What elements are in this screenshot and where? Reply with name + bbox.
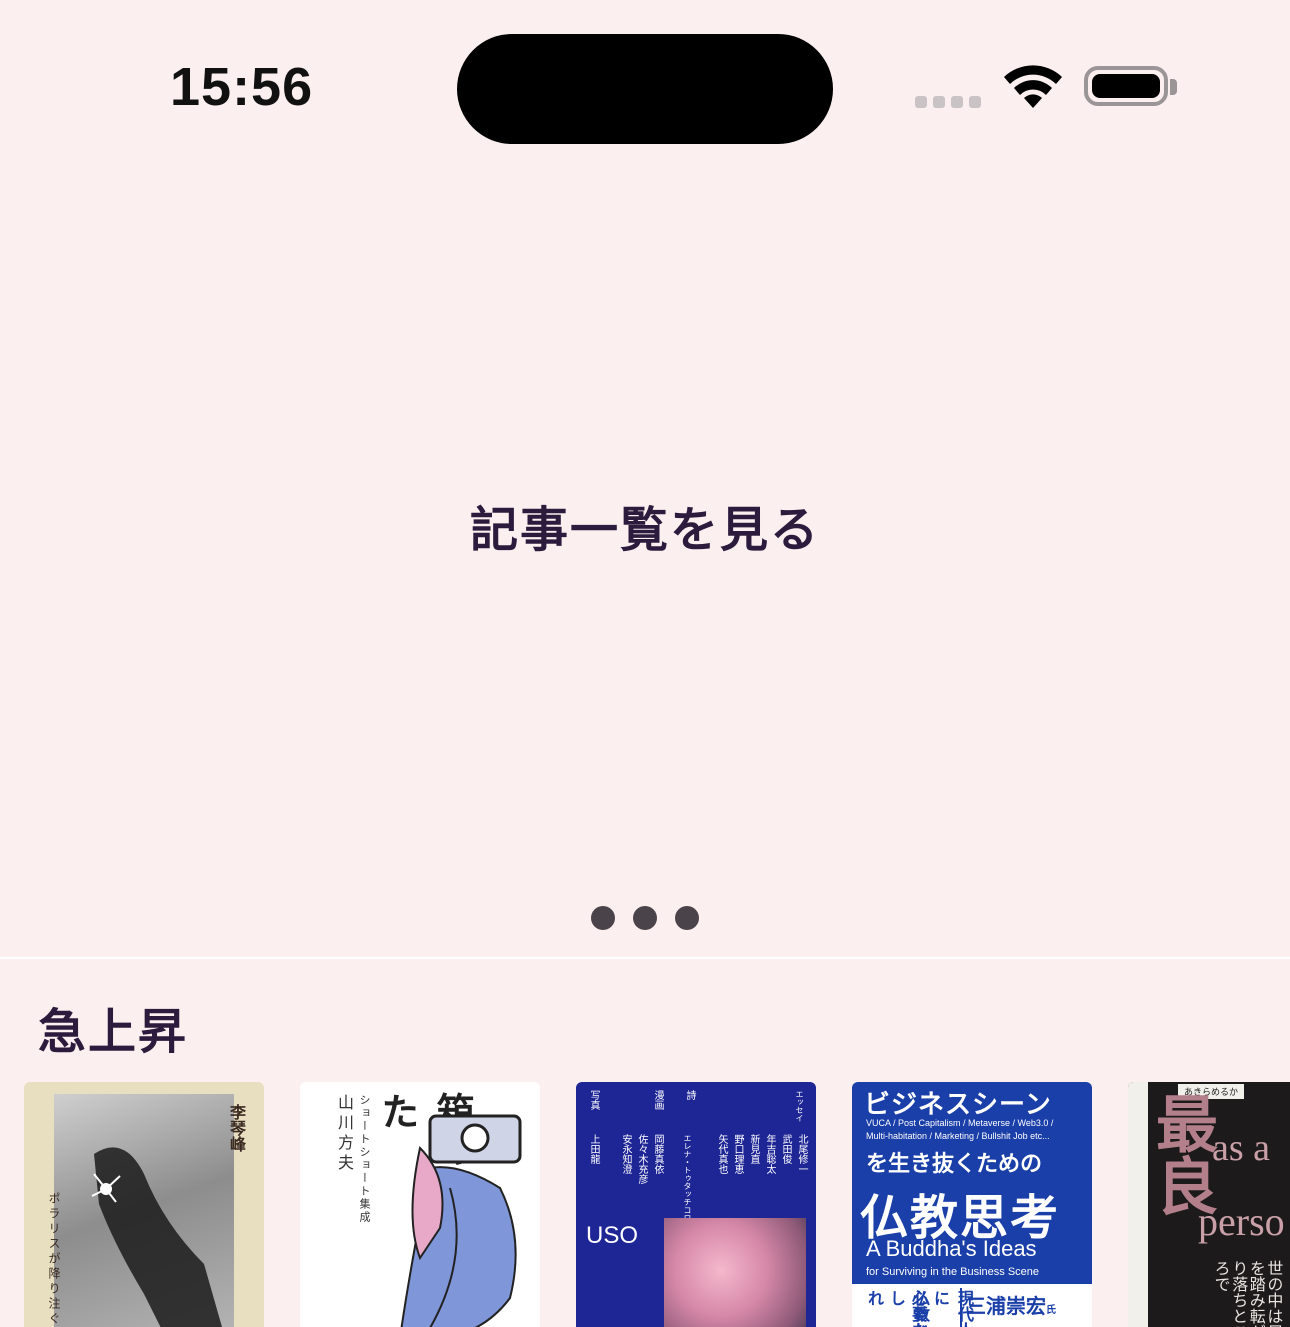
battery-cap (1170, 79, 1177, 95)
page-indicator[interactable] (591, 906, 699, 930)
book-author: 李琴峰 (227, 1104, 246, 1152)
book-lead: を生き抜くための (866, 1152, 1043, 1177)
status-time: 15:56 (170, 57, 314, 117)
book-label-photo: 写真 (588, 1090, 599, 1110)
book-top-title: ビジネスシーン (864, 1090, 1052, 1120)
book-author-10: 武田俊 (780, 1134, 791, 1164)
book-english-title: A Buddha's Ideas (866, 1236, 1037, 1261)
book-card-2[interactable]: 箱の中のあなた ショートショート集成 山川方夫 (300, 1082, 540, 1327)
book-author: 山川方夫 (335, 1094, 354, 1174)
page-dot-1[interactable] (591, 906, 615, 930)
book-vertical-text-4: れ (865, 1290, 884, 1306)
book-keywords-1: VUCA / Post Capitalism / Metaverse / Web… (866, 1118, 1054, 1128)
book-title: ポラリスが降り注ぐ夜 (47, 1192, 61, 1327)
wifi-icon (1004, 65, 1062, 108)
book-cover-illustration (400, 1114, 522, 1327)
book-title: USO (586, 1222, 639, 1249)
book-author-4: 岡藤真依 (652, 1134, 663, 1174)
book-band-divider (960, 1288, 962, 1327)
page-dot-3[interactable] (675, 906, 699, 930)
book-english-subtitle: for Surviving in the Business Scene (866, 1266, 1040, 1278)
page-dot-2[interactable] (633, 906, 657, 930)
book-author: 三浦崇宏氏 (966, 1294, 1056, 1318)
section-divider (0, 957, 1290, 959)
book-label-poem: 詩 (684, 1090, 695, 1100)
book-card-3[interactable]: 写真 漫画 詩 エッセイ 上田龍 安永知澄 佐々木充彦 岡藤真依 エレナ・トゥタ… (576, 1082, 816, 1327)
book-label-manga: 漫画 (652, 1090, 663, 1110)
book-cover-photo (664, 1218, 806, 1327)
book-vertical-text-3: 仏教とし (887, 1290, 930, 1327)
book-author-3: 佐々木充彦 (636, 1134, 647, 1184)
book-subtitle: ショートショート集成 (358, 1094, 371, 1224)
book-keywords-2: Multi-habitation / Marketing / Bullshit … (866, 1131, 1050, 1141)
book-english: as a (1212, 1127, 1271, 1169)
dynamic-island (457, 34, 833, 144)
book-english-2: perso (1198, 1199, 1285, 1244)
book-card-1[interactable]: 李琴峰 ポラリスが降り注ぐ夜 (24, 1082, 264, 1327)
book-author-2: 安永知澄 (620, 1134, 631, 1174)
book-author-6: 矢代真也 (716, 1134, 727, 1174)
book-author-1: 上田龍 (588, 1134, 599, 1164)
book-cover-photo (54, 1094, 234, 1327)
book-author-5: エレナ・トゥタッチコワ (683, 1134, 692, 1222)
book-label-essay: エッセイ (795, 1090, 804, 1122)
book-bottom-band: 現代人に 必要な 仏教とし れ 三浦崇宏氏 (852, 1284, 1092, 1327)
book-author-8: 新見直 (748, 1134, 759, 1164)
battery-icon (1084, 66, 1168, 106)
section-title: 急上昇 (38, 1004, 189, 1060)
book-author-9: 年吉聡太 (764, 1134, 775, 1174)
book-card-4[interactable]: ビジネスシーン VUCA / Post Capitalism / Metaver… (852, 1082, 1092, 1327)
book-card-5[interactable]: あきらめるか 最良 as a perso 世の中は足を踏み転がり落ちところで (1128, 1082, 1290, 1327)
article-list-link[interactable]: 記事一覧を見る (0, 490, 1290, 560)
book-side-text: 世の中は足を踏み転がり落ちところで (1211, 1260, 1284, 1327)
cellular-signal-icon (915, 96, 981, 108)
book-carousel[interactable]: 李琴峰 ポラリスが降り注ぐ夜 箱の中のあなた ショートショート集成 山川方夫 写… (24, 1082, 1290, 1327)
book-author-7: 野口理恵 (732, 1134, 743, 1174)
book-author-11: 北尾修一 (796, 1134, 807, 1174)
